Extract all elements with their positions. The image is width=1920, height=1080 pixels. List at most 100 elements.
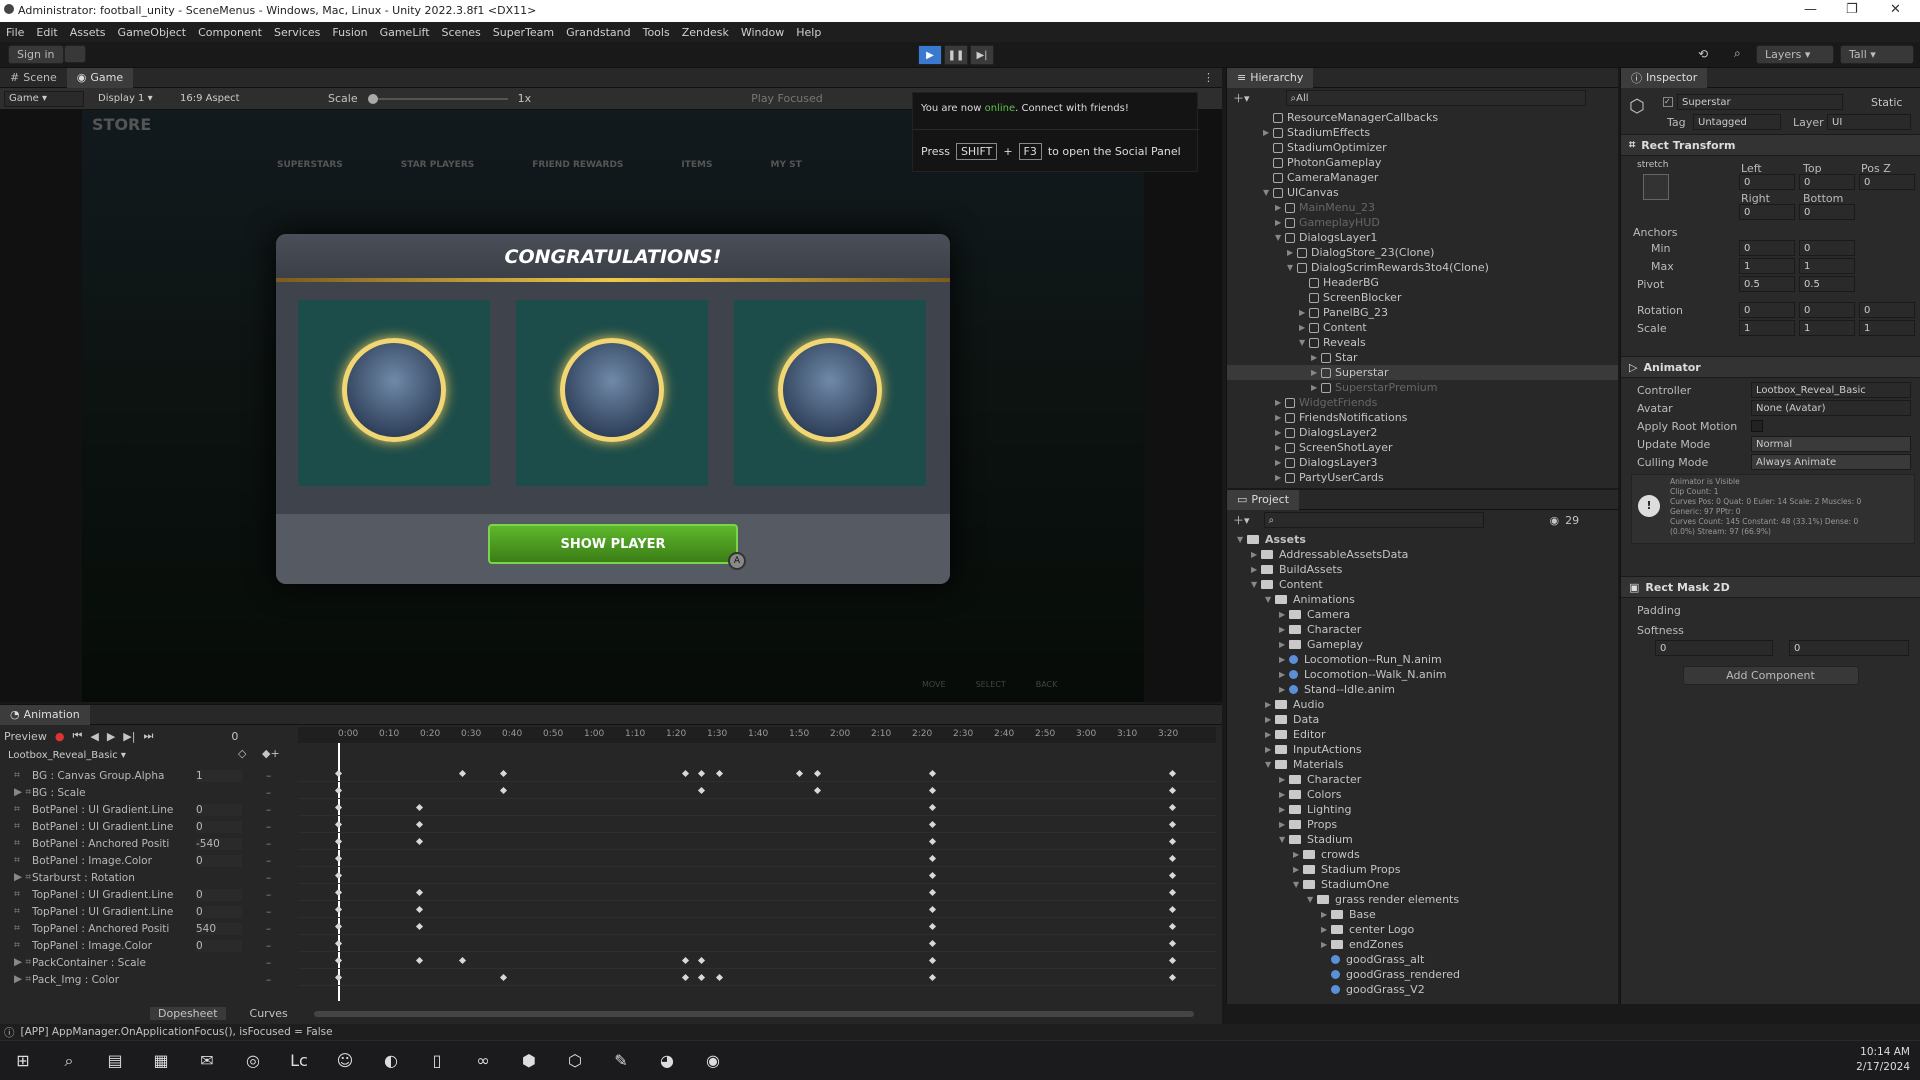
rot-y-field[interactable]: 0 [1799, 302, 1855, 318]
controller-field[interactable]: Lootbox_Reveal_Basic [1751, 382, 1911, 398]
hierarchy-item[interactable]: ▶ ScreenShotLayer [1227, 440, 1618, 455]
eye-icon[interactable]: ◉ [1550, 514, 1560, 527]
play-button[interactable]: ▶ [918, 45, 942, 65]
keyframe-marker[interactable] [334, 956, 343, 965]
store-icon[interactable]: ▦ [146, 1046, 176, 1076]
expand-arrow-icon[interactable]: ▶ [1275, 398, 1285, 407]
anchor-preset-button[interactable] [1643, 174, 1669, 200]
keyframe-marker[interactable] [334, 939, 343, 948]
last-key-icon[interactable]: ⏭ [143, 729, 153, 743]
game-mode-dropdown[interactable]: Game ▾ [4, 90, 84, 107]
property-menu-icon[interactable]: – [266, 804, 271, 816]
edge-icon[interactable]: ◐ [376, 1046, 406, 1076]
keyframe-marker[interactable] [928, 956, 937, 965]
keyframe-marker[interactable] [334, 786, 343, 795]
sign-in-button[interactable]: Sign in [8, 45, 64, 64]
animator-header[interactable]: ▷ Animator [1621, 356, 1920, 378]
keyframe-marker[interactable] [813, 769, 822, 778]
pause-button[interactable]: ❚❚ [944, 45, 968, 65]
keyframe-marker[interactable] [813, 786, 822, 795]
property-menu-icon[interactable]: – [266, 787, 271, 799]
expand-arrow-icon[interactable]: ▶ [1263, 128, 1273, 137]
expand-arrow-icon[interactable]: ▶ [1279, 610, 1289, 619]
menu-superteam[interactable]: SuperTeam [493, 26, 554, 39]
hierarchy-item[interactable]: ▶ WidgetFriends [1227, 395, 1618, 410]
next-key-icon[interactable]: ▶| [123, 730, 135, 743]
project-item[interactable]: ▶ Character [1227, 622, 1618, 637]
tab-hierarchy[interactable]: ≡ Hierarchy [1227, 67, 1314, 88]
keyframe-marker[interactable] [681, 956, 690, 965]
keyframe-marker[interactable] [928, 769, 937, 778]
project-item[interactable]: ▶ Stadium Props [1227, 862, 1618, 877]
store-nav-item[interactable]: SUPERSTARS [277, 160, 343, 170]
hierarchy-item[interactable]: ▶ SuperstarPremium [1227, 380, 1618, 395]
keyframe-marker[interactable] [1168, 973, 1177, 982]
expand-arrow-icon[interactable]: ▼ [1263, 188, 1273, 197]
expand-arrow-icon[interactable]: ▼ [1293, 880, 1303, 889]
property-menu-icon[interactable]: – [266, 855, 271, 867]
project-item[interactable]: ▼ grass render elements [1227, 892, 1618, 907]
preview-toggle[interactable]: Preview [4, 730, 47, 743]
animated-property-row[interactable]: ⌗ TopPanel : Image.Color 0 – [14, 937, 284, 954]
keyframe-marker[interactable] [334, 973, 343, 982]
keyframe-marker[interactable] [928, 871, 937, 880]
expand-arrow-icon[interactable]: ▶ [1311, 383, 1321, 392]
cloud-icon[interactable] [64, 45, 86, 63]
keyframe-marker[interactable] [334, 905, 343, 914]
project-search[interactable]: ⌕ [1263, 512, 1484, 528]
expand-arrow-icon[interactable]: ▶ [1279, 670, 1289, 679]
store-nav-item[interactable]: ITEMS [681, 160, 712, 170]
expand-arrow-icon[interactable]: ▶ [1293, 850, 1303, 859]
taskview-icon[interactable]: ▤ [100, 1046, 130, 1076]
curves-tab[interactable]: Curves [250, 1007, 288, 1020]
object-name-field[interactable]: Superstar [1677, 94, 1843, 110]
keyframe-marker[interactable] [697, 769, 706, 778]
keyframe-marker[interactable] [715, 769, 724, 778]
layer-dropdown[interactable]: UI [1827, 114, 1911, 130]
store-nav-item[interactable]: MY ST [770, 160, 801, 170]
expand-arrow-icon[interactable]: ▶ [1275, 443, 1285, 452]
keyframe-marker[interactable] [334, 922, 343, 931]
expand-arrow-icon[interactable]: ▶ [1265, 745, 1275, 754]
project-item[interactable]: ▼ Stadium [1227, 832, 1618, 847]
menu-gamelift[interactable]: GameLift [380, 26, 430, 39]
keyframe-marker[interactable] [1168, 939, 1177, 948]
hierarchy-item[interactable]: HeaderBG [1227, 275, 1618, 290]
scale-x-field[interactable]: 1 [1739, 320, 1795, 336]
hierarchy-item[interactable]: ▶ FriendsNotifications [1227, 410, 1618, 425]
posz-field[interactable]: 0 [1859, 174, 1915, 190]
keyframe-marker[interactable] [1168, 871, 1177, 880]
prev-key-icon[interactable]: ◀ [90, 730, 98, 743]
expand-arrow-icon[interactable]: ▼ [1265, 595, 1275, 604]
discord-icon[interactable]: ☺ [330, 1046, 360, 1076]
expand-arrow-icon[interactable]: ▶ [1279, 805, 1289, 814]
rect-mask-header[interactable]: ▣ Rect Mask 2D [1621, 576, 1920, 598]
layout-dropdown[interactable]: Tall ▾ [1840, 45, 1914, 64]
maximize-icon[interactable]: ❐ [1846, 2, 1858, 17]
rot-x-field[interactable]: 0 [1739, 302, 1795, 318]
animated-property-row[interactable]: ▶ ⌗ Pack_Img : Color – [14, 971, 284, 988]
hierarchy-item[interactable]: ▶ PartyUserCards [1227, 470, 1618, 485]
expand-arrow-icon[interactable]: ▼ [1251, 580, 1261, 589]
project-item[interactable]: ▶ InputActions [1227, 742, 1618, 757]
dopesheet-grid[interactable] [298, 767, 1216, 1001]
keyframe-marker[interactable] [415, 820, 424, 829]
project-item[interactable]: ▶ Stand--Idle.anim [1227, 682, 1618, 697]
max-y-field[interactable]: 1 [1799, 258, 1855, 274]
keyframe-marker[interactable] [928, 888, 937, 897]
step-button[interactable]: ▶| [970, 45, 994, 65]
file-icon[interactable]: ▯ [422, 1046, 452, 1076]
animated-property-row[interactable]: ⌗ BG : Canvas Group.Alpha 1 – [14, 767, 284, 784]
animated-property-row[interactable]: ▶ ⌗ Starburst : Rotation – [14, 869, 284, 886]
project-item[interactable]: goodGrass_V2 [1227, 982, 1618, 997]
keyframe-marker[interactable] [415, 888, 424, 897]
project-item[interactable]: ▶ BuildAssets [1227, 562, 1618, 577]
project-item[interactable]: goodGrass_alt [1227, 952, 1618, 967]
store-nav-item[interactable]: STAR PLAYERS [401, 160, 474, 170]
expand-arrow-icon[interactable]: ▶ [1275, 203, 1285, 212]
keyframe-marker[interactable] [697, 786, 706, 795]
expand-arrow-icon[interactable]: ▶ [1279, 655, 1289, 664]
property-value[interactable]: 1 [196, 769, 242, 782]
keyframe-marker[interactable] [928, 939, 937, 948]
search-icon[interactable]: ⌕ [54, 1046, 84, 1076]
